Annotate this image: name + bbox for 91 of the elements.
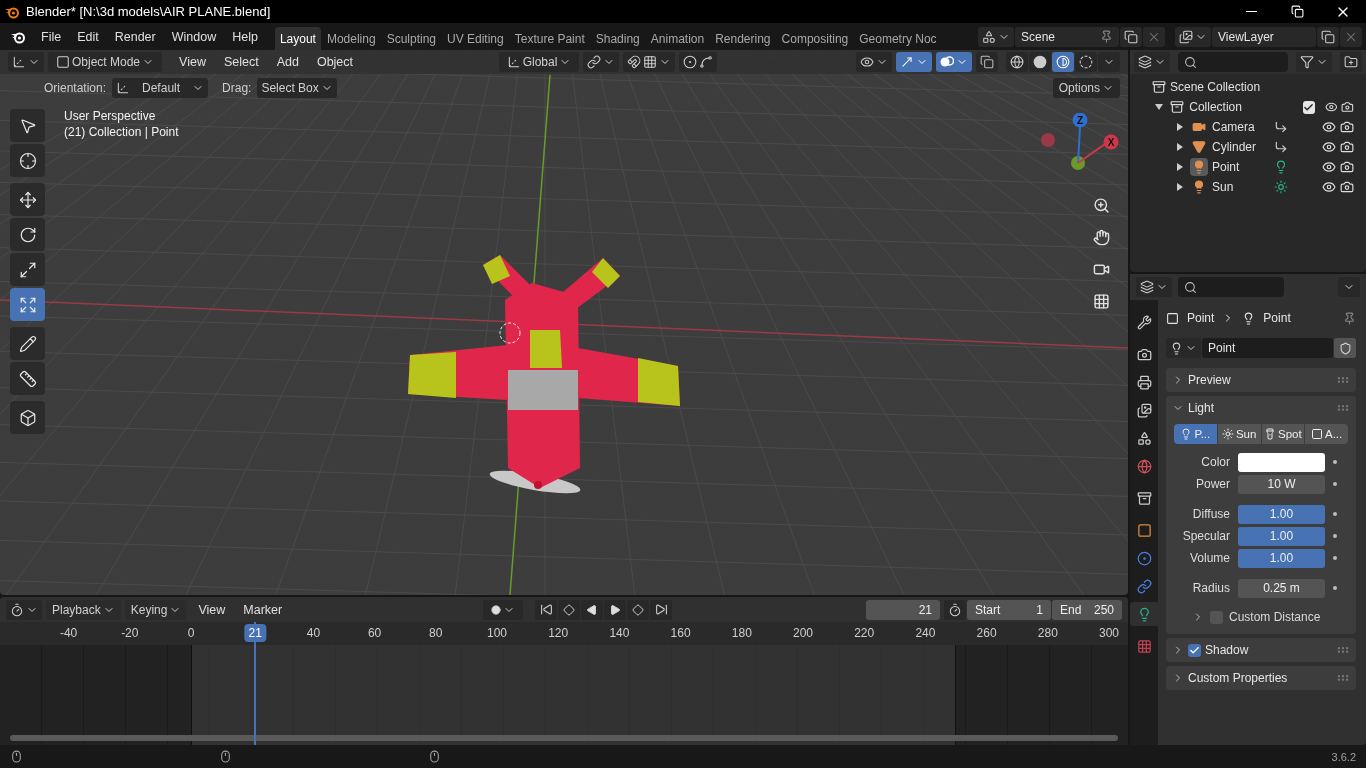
outliner-item-name[interactable]: Cylinder xyxy=(1212,140,1270,154)
frame-number: 0 xyxy=(187,626,195,640)
panel-title[interactable]: Light xyxy=(1188,401,1332,415)
orientation-dropdown[interactable]: Default xyxy=(112,77,209,98)
scene-name-field[interactable]: Scene xyxy=(1015,26,1119,47)
menu-item[interactable]: View xyxy=(172,52,213,72)
slider-value: 1.00 xyxy=(1269,507,1294,521)
breadcrumb-item: Point xyxy=(1263,311,1291,325)
menu-item[interactable]: Select xyxy=(216,52,266,72)
frame-number: 220 xyxy=(854,626,875,640)
menu-item[interactable]: Add xyxy=(269,52,306,72)
frame-number: 240 xyxy=(915,626,936,640)
frame-number: -20 xyxy=(121,626,139,640)
panel-title[interactable]: Preview xyxy=(1188,373,1332,387)
slider-field[interactable]: 1.00 xyxy=(1238,548,1325,568)
workspace-tab[interactable]: Shading xyxy=(590,26,645,50)
workspace-tab[interactable]: Rendering xyxy=(710,26,776,50)
workspace-tab[interactable]: Sculpting xyxy=(381,26,441,50)
end-frame-field[interactable]: End 250 xyxy=(1052,599,1122,620)
outliner-item-name[interactable]: Camera xyxy=(1212,120,1270,134)
menu-item[interactable]: Help xyxy=(225,26,265,47)
menu-item[interactable]: Object xyxy=(309,52,361,72)
subpanel-title[interactable]: Custom Distance xyxy=(1229,610,1348,624)
menu-dropdown[interactable]: Keying xyxy=(124,599,188,620)
frame-number: 60 xyxy=(367,626,382,640)
field-label: Power xyxy=(1195,477,1230,491)
axis-handle: Z xyxy=(1072,113,1088,164)
workspace-tab[interactable]: UV Editing xyxy=(442,26,509,50)
slider-field[interactable]: 1.00 xyxy=(1238,504,1325,524)
view-layer-name-field[interactable]: ViewLayer xyxy=(1212,26,1316,47)
field-label: Radius xyxy=(1191,581,1230,595)
drag-label: Drag: xyxy=(222,80,252,95)
slider-value: 1.00 xyxy=(1269,529,1294,543)
frame-number: 40 xyxy=(306,626,321,640)
breadcrumb-item: Point xyxy=(1187,311,1215,325)
light-type-button[interactable]: P... xyxy=(1174,424,1217,444)
outliner-item-name[interactable]: Collection xyxy=(1189,100,1295,114)
frame-number: 80 xyxy=(429,626,443,640)
number-field[interactable]: 0.25 m xyxy=(1238,578,1325,598)
mode-dropdown[interactable]: Object Mode xyxy=(48,52,163,72)
light-type-button[interactable]: A... xyxy=(1305,424,1348,444)
field-label: Diffuse xyxy=(1191,507,1230,521)
menu-item[interactable]: File xyxy=(34,26,69,47)
viewport-info-text: (21) Collection | Point xyxy=(64,125,179,139)
slider-field[interactable]: 1.00 xyxy=(1238,526,1325,546)
drag-dropdown[interactable]: Select Box xyxy=(257,77,337,98)
panel-title[interactable]: Custom Properties xyxy=(1188,671,1332,685)
frame-number: 280 xyxy=(1037,626,1058,640)
current-frame-field[interactable]: 21 xyxy=(866,599,940,620)
frame-number: 120 xyxy=(548,626,569,640)
workspace-tab[interactable]: Layout xyxy=(274,26,321,50)
number-field[interactable]: 10 W xyxy=(1238,474,1325,494)
outliner-item-name[interactable]: Point xyxy=(1212,160,1270,174)
workspace-tab[interactable]: Modeling xyxy=(321,26,381,50)
frame-number: 200 xyxy=(793,626,813,640)
menu-item[interactable]: Render xyxy=(107,26,163,47)
slider-value: 1.00 xyxy=(1269,551,1294,565)
frame-number: 160 xyxy=(670,626,691,640)
field-label: Specular xyxy=(1181,529,1230,543)
axis-handle: X xyxy=(1077,134,1119,164)
window-title: Blender* [N:\3d models\AIR PLANE.blend] xyxy=(26,4,272,19)
viewport-info-text: User Perspective xyxy=(64,109,157,123)
frame-number: 180 xyxy=(731,626,752,640)
outliner-item-name[interactable]: Sun xyxy=(1212,180,1270,194)
current-frame-badge: 21 xyxy=(244,624,266,642)
frame-number: 260 xyxy=(976,626,997,640)
frame-number: 100 xyxy=(487,626,507,640)
frame-number: -40 xyxy=(59,626,78,640)
frame-number: 300 xyxy=(1099,626,1119,640)
light-type-button[interactable]: Sun xyxy=(1217,424,1261,444)
workspace-tab[interactable]: Compositing xyxy=(776,26,854,50)
outliner-item-name[interactable]: Scene Collection xyxy=(1170,80,1320,94)
orientation-label: Orientation: xyxy=(44,80,107,95)
datablock-name-field[interactable]: Point xyxy=(1202,338,1333,358)
menu-item[interactable]: Window xyxy=(164,26,224,47)
menu-item[interactable]: View xyxy=(191,599,233,620)
workspace-tab[interactable]: Animation xyxy=(645,26,710,50)
version-text: 3.6.2 xyxy=(1331,750,1356,763)
field-label: Color xyxy=(1200,455,1230,469)
start-frame-field[interactable]: Start 1 xyxy=(967,599,1051,620)
menu-item[interactable]: Edit xyxy=(70,26,106,47)
light-type-button[interactable]: Spot xyxy=(1261,424,1305,444)
panel-title[interactable]: Shadow xyxy=(1205,643,1332,657)
options-dropdown[interactable]: Options xyxy=(1052,77,1120,98)
workspace-tab[interactable]: Texture Paint xyxy=(509,26,590,50)
field-label: Volume xyxy=(1188,551,1230,565)
orientation-dropdown[interactable]: Global xyxy=(499,52,580,72)
menu-item[interactable]: Marker xyxy=(236,599,290,620)
workspace-tab[interactable]: Geometry Noc xyxy=(854,26,942,50)
frame-number: 140 xyxy=(609,626,630,640)
menu-dropdown[interactable]: Playback xyxy=(46,599,121,620)
